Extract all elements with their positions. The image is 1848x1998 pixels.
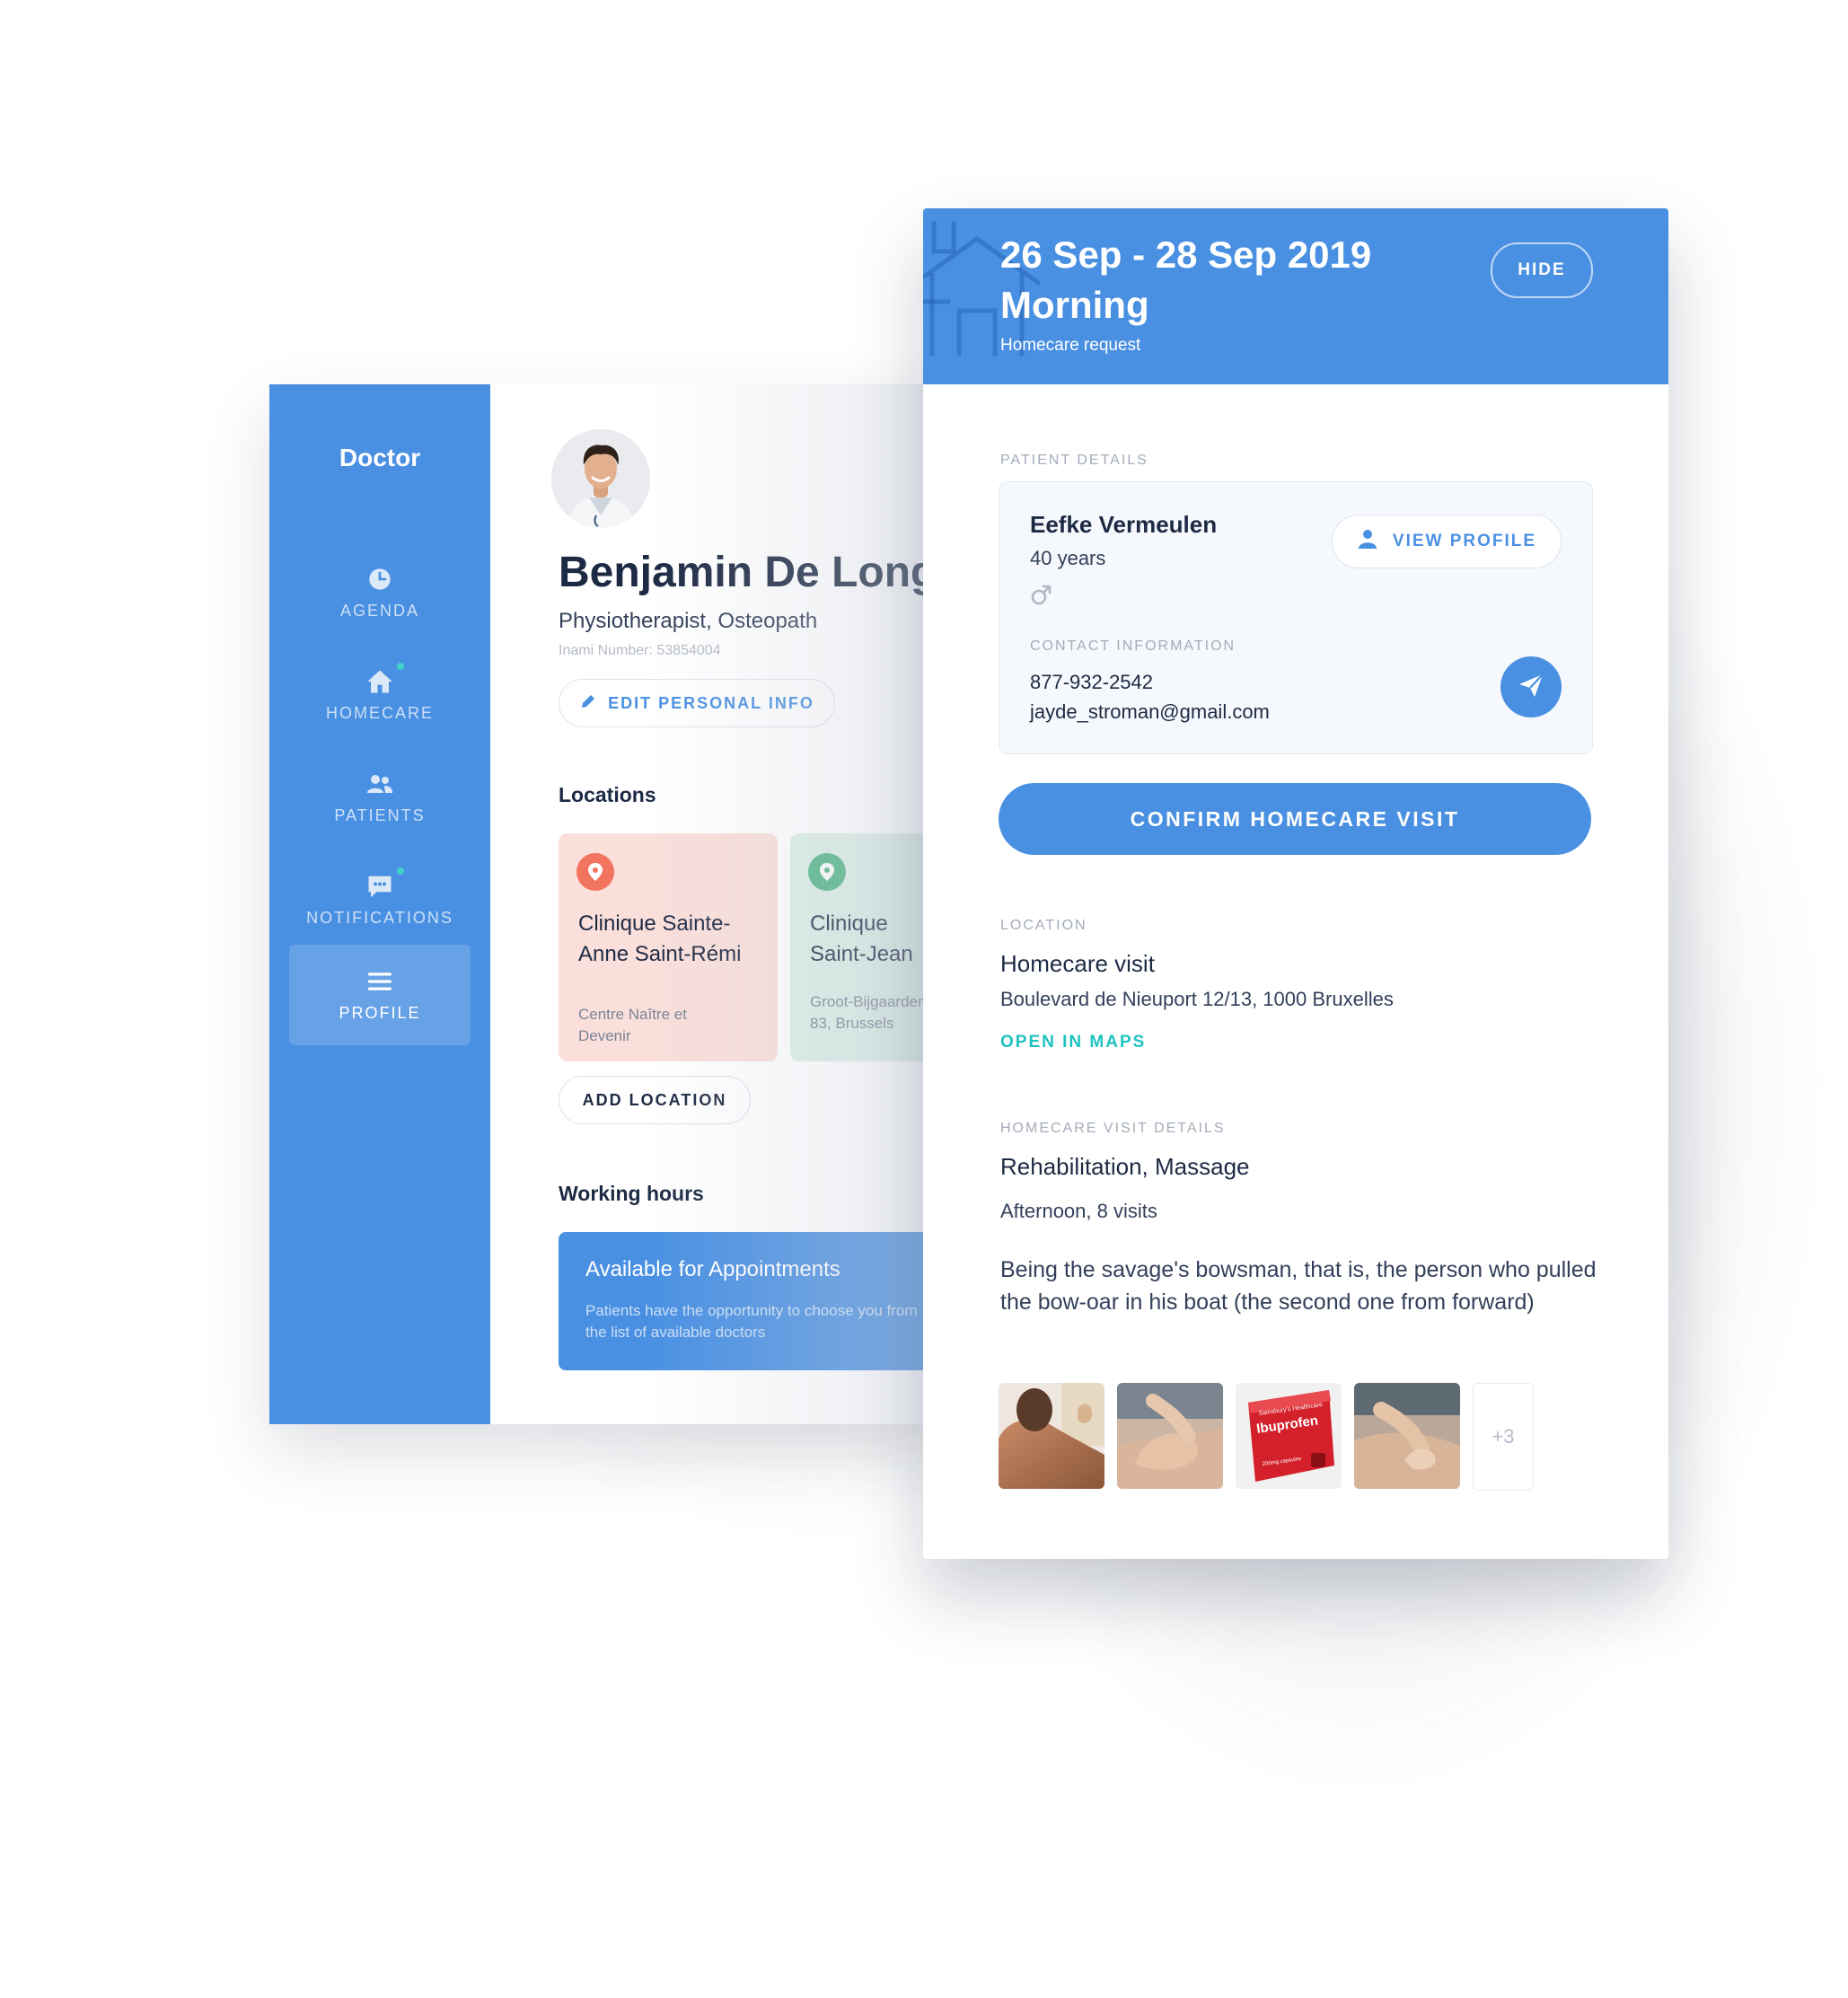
sidebar-item-profile[interactable]: PROFILE [289, 945, 471, 1045]
sidebar: Doctor AGENDA HOMECARE PATIENTS NOTIFICA… [269, 384, 490, 1424]
visit-type: Rehabilitation, Massage [1000, 1153, 1250, 1180]
patient-name: Eefke Vermeulen [1030, 511, 1218, 538]
sidebar-item-label: PATIENTS [334, 805, 426, 824]
more-attachments-button[interactable]: +3 [1473, 1383, 1534, 1491]
location-pin-icon [808, 853, 846, 891]
attachment-thumbnail[interactable] [1117, 1383, 1223, 1489]
sidebar-item-label: HOMECARE [325, 703, 434, 722]
request-header: 26 Sep - 28 Sep 2019 Morning Homecare re… [923, 208, 1668, 384]
pencil-icon [579, 692, 597, 715]
sidebar-item-patients[interactable]: PATIENTS [289, 747, 471, 848]
patient-email[interactable]: jayde_stroman@gmail.com [1030, 700, 1270, 724]
location-title: Clinique Sainte-Anne Saint-Rémi [578, 911, 742, 966]
request-date-range: 26 Sep - 28 Sep 2019 [1000, 233, 1372, 276]
request-dates: 26 Sep - 28 Sep 2019 Morning [1000, 230, 1371, 330]
doctor-avatar [551, 429, 650, 528]
working-hours-heading: Working hours [559, 1182, 704, 1205]
home-icon [366, 662, 404, 695]
notification-dot [397, 662, 404, 670]
notification-dot [397, 867, 404, 875]
visit-details-label: HOMECARE VISIT DETAILS [1000, 1121, 1226, 1136]
sidebar-item-label: PROFILE [339, 1003, 421, 1022]
location-name: Homecare visit [1000, 950, 1155, 977]
attachment-thumbnail[interactable] [1354, 1383, 1460, 1489]
users-icon [366, 770, 393, 797]
sidebar-item-homecare[interactable]: HOMECARE [289, 645, 471, 745]
location-subtitle: Centre Naître et Devenir [578, 1006, 687, 1044]
view-profile-button[interactable]: VIEW PROFILE [1332, 515, 1562, 568]
patient-details-label: PATIENT DETAILS [1000, 453, 1148, 468]
profile-content: Benjamin De Long Physiotherapist, Osteop… [490, 384, 952, 1424]
visit-description: Being the savage's bowsman, that is, the… [1000, 1257, 1597, 1315]
sidebar-title: Doctor [339, 444, 421, 471]
clock-icon [366, 566, 393, 593]
menu-icon [366, 968, 393, 995]
request-period: Morning [1000, 284, 1149, 326]
locations-heading: Locations [559, 783, 656, 806]
sidebar-item-label: AGENDA [339, 601, 420, 620]
edit-personal-info-label: EDIT PERSONAL INFO [608, 693, 814, 712]
user-icon [1357, 528, 1378, 555]
send-message-button[interactable] [1500, 656, 1562, 717]
doctor-name: Benjamin De Long [559, 549, 937, 596]
patient-details-card: Eefke Vermeulen 40 years CONTACT INFORMA… [999, 481, 1593, 754]
confirm-homecare-visit-button[interactable]: CONFIRM HOMECARE VISIT [999, 783, 1591, 855]
request-subtitle: Homecare request [1000, 336, 1141, 355]
patient-phone[interactable]: 877-932-2542 [1030, 671, 1153, 694]
homecare-request-panel: 26 Sep - 28 Sep 2019 Morning Homecare re… [923, 208, 1668, 1559]
hide-button[interactable]: HIDE [1491, 242, 1593, 298]
sidebar-item-label: NOTIFICATIONS [306, 908, 453, 927]
visit-schedule: Afternoon, 8 visits [1000, 1200, 1157, 1222]
sidebar-item-agenda[interactable]: AGENDA [289, 542, 471, 643]
edit-personal-info-button[interactable]: EDIT PERSONAL INFO [559, 679, 835, 727]
location-label: LOCATION [1000, 918, 1087, 933]
contact-information-label: CONTACT INFORMATION [1030, 638, 1236, 654]
location-address: Boulevard de Nieuport 12/13, 1000 Bruxel… [1000, 988, 1394, 1010]
open-in-maps-link[interactable]: OPEN IN MAPS [1000, 1033, 1146, 1052]
attachment-thumbnail[interactable] [999, 1383, 1104, 1489]
location-title: Clinique Saint-Jean [810, 911, 913, 966]
availability-description: Patients have the opportunity to choose … [585, 1302, 918, 1341]
doctor-profile-window: Doctor AGENDA HOMECARE PATIENTS NOTIFICA… [269, 384, 952, 1424]
view-profile-label: VIEW PROFILE [1392, 532, 1537, 550]
availability-toggle-card[interactable]: Available for Appointments Patients have… [559, 1232, 952, 1370]
patient-age: 40 years [1030, 547, 1106, 569]
availability-title: Available for Appointments [585, 1257, 840, 1281]
location-card[interactable]: Clinique Sainte-Anne Saint-Rémi Centre N… [559, 833, 778, 1061]
location-pin-icon [576, 853, 614, 891]
inami-number: Inami Number: 53854004 [559, 643, 721, 658]
male-gender-icon [1030, 583, 1053, 611]
attachment-thumbnail[interactable]: Sainsbury's Healthcare Ibuprofen 200mg c… [1236, 1383, 1342, 1489]
send-icon [1517, 671, 1545, 704]
sidebar-item-notifications[interactable]: NOTIFICATIONS [289, 849, 471, 950]
add-location-button[interactable]: ADD LOCATION [559, 1076, 751, 1124]
chat-icon [366, 867, 404, 900]
doctor-specialty: Physiotherapist, Osteopath [559, 609, 818, 633]
attachment-gallery: Sainsbury's Healthcare Ibuprofen 200mg c… [999, 1383, 1534, 1491]
